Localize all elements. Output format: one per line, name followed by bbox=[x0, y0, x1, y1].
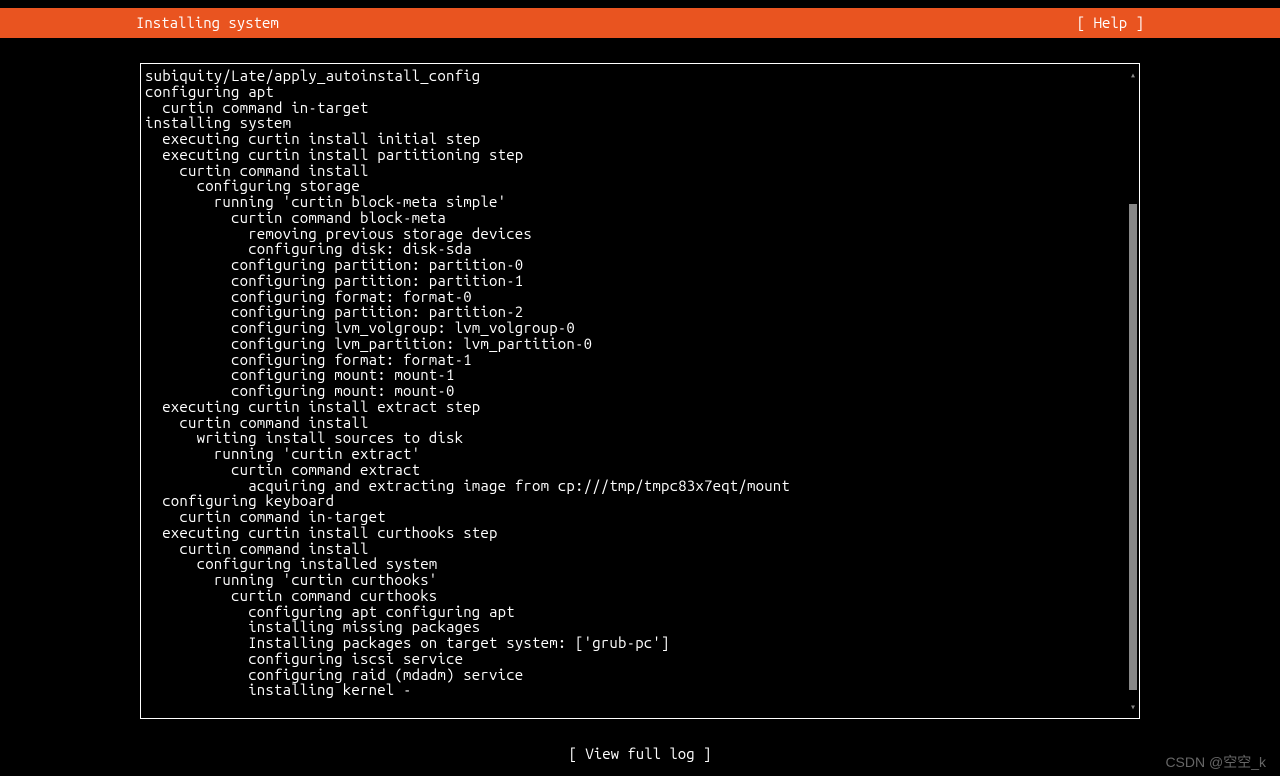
log-output: subiquity/Late/apply_autoinstall_config … bbox=[145, 68, 1127, 714]
scroll-up-icon[interactable]: ▴ bbox=[1130, 70, 1136, 81]
header-bar: Installing system [ Help ] bbox=[0, 8, 1280, 38]
footer: [ View full log ] bbox=[0, 740, 1280, 768]
help-button[interactable]: [ Help ] bbox=[1077, 15, 1144, 31]
page-title: Installing system bbox=[136, 15, 279, 31]
view-full-log-button[interactable]: [ View full log ] bbox=[569, 745, 712, 762]
scrollbar-thumb[interactable] bbox=[1129, 204, 1137, 690]
scrollbar[interactable]: ▴ ▾ bbox=[1127, 68, 1139, 714]
log-frame: subiquity/Late/apply_autoinstall_config … bbox=[140, 63, 1140, 719]
scroll-down-icon[interactable]: ▾ bbox=[1130, 702, 1136, 713]
